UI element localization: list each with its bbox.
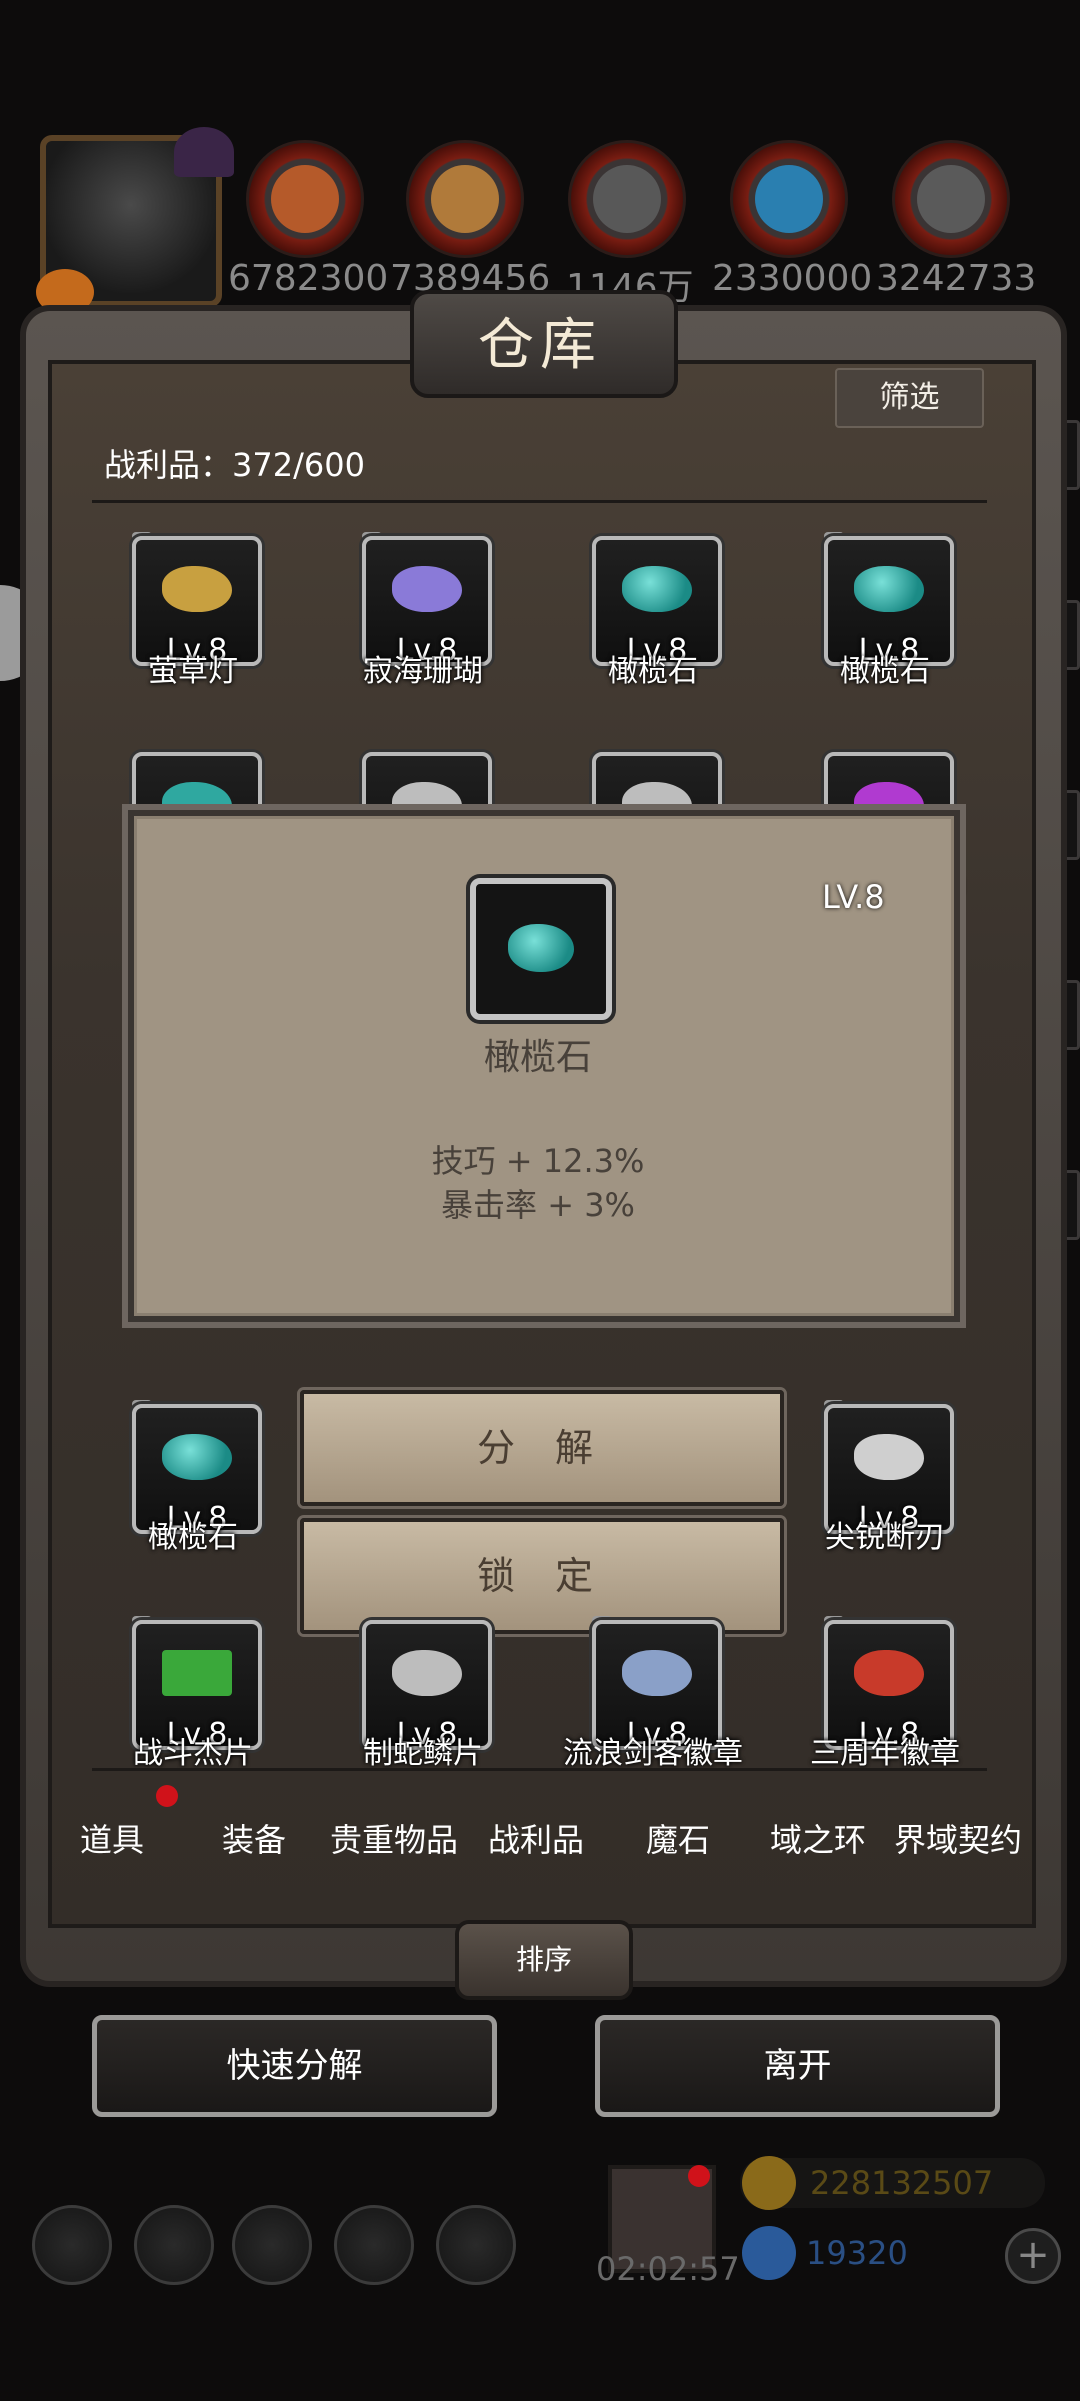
stone-icon[interactable] [568,140,686,258]
mail-icon[interactable] [334,2205,414,2285]
witch-hat-icon [174,127,234,177]
scale-icon [392,1650,462,1696]
sort-button[interactable]: 排序 [455,1920,633,2000]
page-title: 仓库 [478,313,602,378]
quick-decompose-button[interactable]: 快速分解 [92,2015,497,2117]
leave-button[interactable]: 离开 [595,2015,1000,2117]
divider [92,1768,987,1771]
item-name: 橄榄石 [148,1520,238,1555]
gold-value: 228132507 [810,2164,994,2202]
notification-dot [688,2165,710,2187]
iron-icon[interactable] [892,140,1010,258]
resource-iron-value: 3242733 [876,258,1037,299]
star-icon[interactable] [134,2205,214,2285]
item-name: 寂海珊瑚 [363,654,483,689]
tooltip-stat: 技巧 + 12.3% [431,1142,645,1180]
item-name: 战斗杰片 [133,1736,253,1771]
battle-card-icon [162,1650,232,1696]
tooltip-stat: 暴击率 + 3% [441,1186,635,1224]
tab-items[interactable]: 道具 [80,1815,144,1861]
gift-timer: 02:02:57 [596,2250,740,2288]
anniversary-badge-icon [854,1650,924,1696]
notification-dot [156,1785,178,1807]
lock-button[interactable]: 锁 定 [300,1518,784,1634]
item-name: 尖锐断刃 [825,1520,945,1555]
tab-realm-contract[interactable]: 界域契约 [894,1815,1022,1861]
resource-ore-value: 6782300 [228,258,389,299]
lantern-icon [162,566,232,612]
wood-icon[interactable] [406,140,524,258]
gear-icon[interactable] [436,2205,516,2285]
tab-loot[interactable]: 战利品 [488,1815,584,1861]
olivine-gem-icon [162,1434,232,1480]
blue-gem-icon [742,2226,796,2280]
gem-value: 19320 [806,2234,908,2272]
olivine-gem-icon [622,566,692,612]
tab-valuables[interactable]: 贵重物品 [330,1815,458,1861]
tab-equipment[interactable]: 装备 [222,1815,286,1861]
gold-coin-icon [742,2156,796,2210]
loot-count: 战利品：372/600 [104,446,365,484]
tooltip-item-icon [470,878,612,1020]
sword-badge-icon [622,1650,692,1696]
olivine-gem-icon [508,924,574,972]
olivine-gem-icon [854,566,924,612]
item-name: 橄榄石 [840,654,930,689]
ore-icon[interactable] [246,140,364,258]
crystal-icon[interactable] [730,140,848,258]
settings-icon[interactable] [32,2205,112,2285]
item-name: 制蛇鳞片 [363,1736,483,1771]
filter-button[interactable]: 筛选 [835,368,984,428]
player-avatar[interactable] [36,127,234,315]
item-name: 橄榄石 [608,654,698,689]
item-name: 三周年徽章 [810,1736,960,1771]
broken-blade-icon [854,1434,924,1480]
tab-domain-ring[interactable]: 域之环 [770,1815,866,1861]
divider [92,500,987,503]
coral-icon [392,566,462,612]
resource-crystal-value: 2330000 [712,258,873,299]
helmet-icon[interactable] [232,2205,312,2285]
tab-magic-stone[interactable]: 魔石 [646,1815,710,1861]
item-name: 流浪剑客徽章 [563,1736,743,1771]
item-name: 萤草灯 [148,654,238,689]
tooltip-level: LV.8 [822,878,885,916]
decompose-button[interactable]: 分 解 [300,1390,784,1506]
tooltip-item-name: 橄榄石 [483,1037,592,1078]
add-currency-button[interactable]: + [1005,2228,1061,2284]
